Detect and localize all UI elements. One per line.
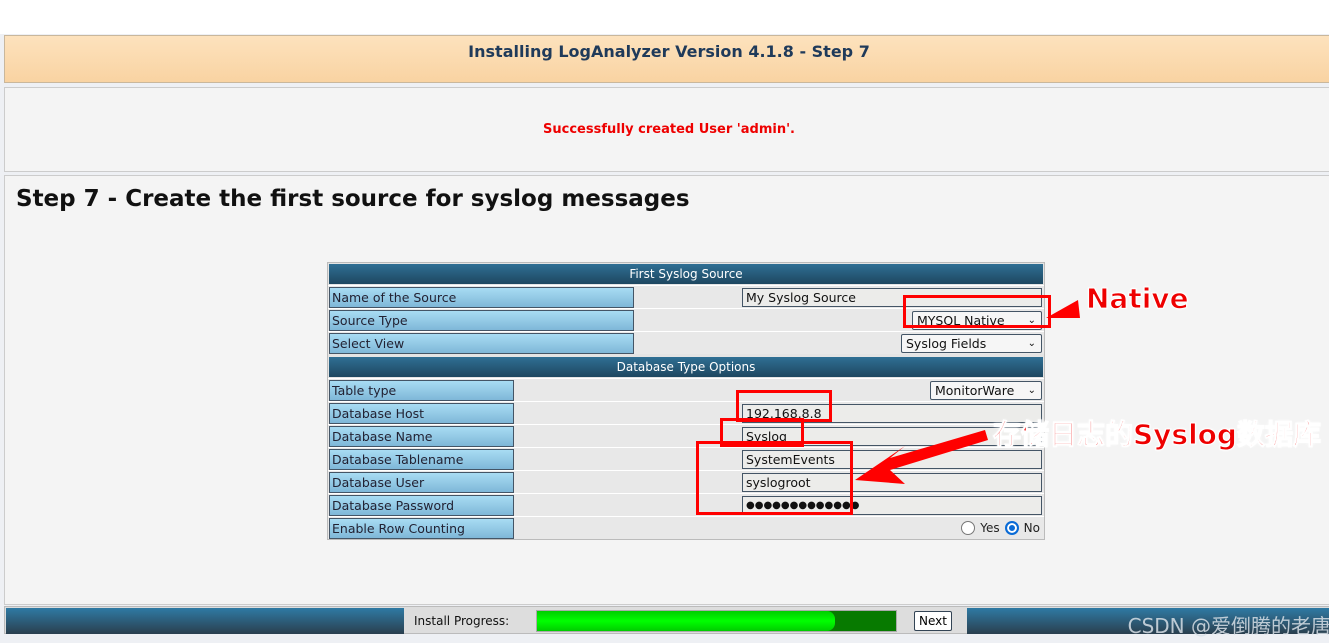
progress-fill [537,611,835,631]
footer-left-bar [6,608,404,634]
annotation-db-note: 存储日志的Syslog数据库 [993,418,1322,452]
annotation-native: Native [1086,282,1190,316]
footer-right-bar: CSDN @爱倒腾的老唐 [967,608,1329,638]
install-progress-bar [536,610,897,632]
annotation-arrows [855,300,1080,484]
arrow-icon [1046,300,1080,318]
arrow-icon [855,430,988,484]
progress-label: Install Progress: [414,614,510,628]
footer-bar: Install Progress: Next CSDN @爱倒腾的老唐 [4,606,1329,638]
next-button[interactable]: Next [914,611,952,631]
watermark: CSDN @爱倒腾的老唐 [1127,614,1329,638]
